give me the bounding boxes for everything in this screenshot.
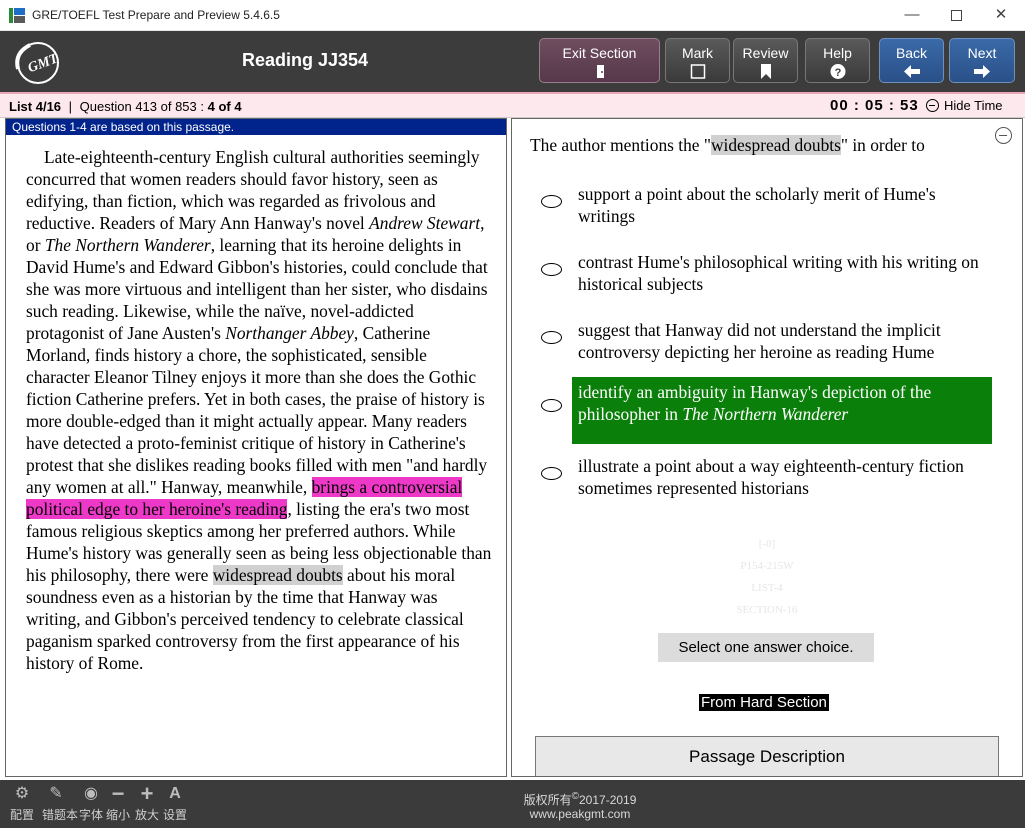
exit-section-label: Exit Section [562,45,637,61]
notebook-icon: ✎ [49,785,63,802]
hide-time-label: Hide Time [944,98,1003,113]
maximize-icon [950,9,962,21]
watermark-line: SECTION-16 [736,604,798,616]
settings-button[interactable]: A 设置 [161,784,189,823]
choice-text-selected[interactable]: identify an ambiguity in Hanway's depict… [572,377,992,444]
passage-italic: Northanger Abbey [225,323,354,343]
next-button[interactable]: Next [949,38,1015,83]
passage-panel[interactable]: Questions 1-4 are based on this passage.… [5,118,507,777]
arrow-left-icon [903,65,920,78]
choice-text-italic: The Northern Wanderer [682,404,849,424]
choice-text[interactable]: suggest that Hanway did not understand t… [572,319,992,363]
passage-text[interactable]: Late-eighteenth-century English cultural… [26,146,492,674]
radio-button[interactable] [541,331,562,344]
copyright-mark: © [571,791,579,802]
bookmark-icon [760,64,771,79]
question-number: Question 413 of 853 : [79,99,204,114]
watermark-line: [-0] [758,538,776,550]
passage-italic: Andrew Stewart [369,213,481,233]
radio-button[interactable] [541,399,562,412]
bottom-bar: ⚙ 配置 ✎ 错题本 ◉ 字体 − 缩小 + 放大 A 设置 版权所有©2017… [0,780,1025,828]
config-label: 配置 [9,808,34,822]
checkbox-icon [690,64,705,79]
gear-icon: ⚙ [14,785,30,802]
zoom-in-label: 放大 [134,808,159,822]
hide-time-button[interactable]: Hide Time [926,98,1003,113]
passage-header: Questions 1-4 are based on this passage. [6,119,506,135]
collapse-icon[interactable] [995,127,1012,144]
stem-text: " in order to [840,135,925,155]
back-button[interactable]: Back [879,38,944,83]
help-button[interactable]: Help ? [805,38,870,83]
window-titlebar: GRE/TOEFL Test Prepare and Preview 5.4.6… [0,0,1025,31]
error-book-label: 错题本 [42,808,79,822]
zoom-in-icon: + [140,781,154,806]
passage-description-button[interactable]: Passage Description [535,736,999,776]
answer-choice-3[interactable]: suggest that Hanway did not understand t… [538,315,998,381]
copyright-years: 2017-2019 [579,793,637,807]
font-icon: ◉ [84,785,98,802]
watermark-line: LIST-4 [751,582,783,594]
passage-segment: , Catherine Morland, finds history a cho… [26,323,488,497]
settings-icon: A [169,785,181,802]
settings-label: 设置 [162,808,187,822]
back-label: Back [895,45,928,61]
error-book-button[interactable]: ✎ 错题本 [42,784,79,823]
mark-label: Mark [681,45,714,61]
font-button[interactable]: ◉ 字体 [77,784,105,823]
hard-section-label: From Hard Section [699,694,829,711]
radio-button[interactable] [541,263,562,276]
svg-text:?: ? [834,67,841,79]
answer-choice-4[interactable]: identify an ambiguity in Hanway's depict… [538,373,998,444]
passage-italic: The Northern Wanderer [44,235,211,255]
answer-choice-5[interactable]: illustrate a point about a way eighteent… [538,451,998,517]
maximize-button[interactable] [941,4,971,26]
zoom-out-label: 缩小 [105,808,130,822]
status-bar: List 4/16 | Question 413 of 853 : 4 of 4… [0,92,1025,118]
watermark-line: P154-215W [740,560,794,572]
gmt-logo: GMT [15,42,62,84]
window-title: GRE/TOEFL Test Prepare and Preview 5.4.6… [32,8,280,22]
choice-text[interactable]: contrast Hume's philosophical writing wi… [572,251,992,295]
arrow-right-icon [974,65,990,78]
question-panel: The author mentions the "widespread doub… [511,118,1023,777]
font-label: 字体 [78,808,103,822]
radio-button[interactable] [541,195,562,208]
answer-choice-1[interactable]: support a point about the scholarly meri… [538,179,998,245]
app-icon [9,8,25,23]
close-button[interactable]: ✕ [986,4,1016,26]
next-label: Next [967,45,997,61]
door-icon [596,65,604,78]
choice-text[interactable]: illustrate a point about a way eighteent… [572,455,992,499]
minus-circle-icon [926,99,939,112]
help-label: Help [823,45,852,61]
exit-section-button[interactable]: Exit Section [539,38,660,83]
question-icon: ? [830,64,845,79]
instruction-label: Select one answer choice. [658,633,874,662]
review-button[interactable]: Review [733,38,798,83]
section-title: Reading JJ354 [241,50,369,70]
answer-choice-2[interactable]: contrast Hume's philosophical writing wi… [538,247,998,313]
stem-text: The author mentions the " [530,135,711,155]
timer: 00 : 05 : 53 [830,97,919,114]
toolbar: GMT Reading JJ354 Exit Section Mark Revi… [0,31,1025,92]
minimize-button[interactable]: — [897,4,927,26]
config-button[interactable]: ⚙ 配置 [8,784,36,823]
question-position: 4 of 4 [207,99,242,114]
review-label: Review [742,45,789,61]
passage-highlight-target: widespread doubts [212,565,343,585]
zoom-in-button[interactable]: + 放大 [133,781,161,823]
stem-highlight: widespread doubts [710,135,841,155]
website: www.peakgmt.com [529,807,631,821]
radio-button[interactable] [541,467,562,480]
choice-text[interactable]: support a point about the scholarly meri… [572,183,992,227]
list-position: List 4/16 [9,99,62,114]
zoom-out-icon: − [111,781,125,806]
copyright: 版权所有©2017-2019 www.peakgmt.com [480,790,680,821]
question-stem: The author mentions the "widespread doub… [530,134,990,156]
zoom-out-button[interactable]: − 缩小 [104,781,132,823]
copyright-label: 版权所有 [523,793,572,807]
question-progress: List 4/16 | Question 413 of 853 : 4 of 4 [9,99,242,114]
mark-button[interactable]: Mark [665,38,730,83]
